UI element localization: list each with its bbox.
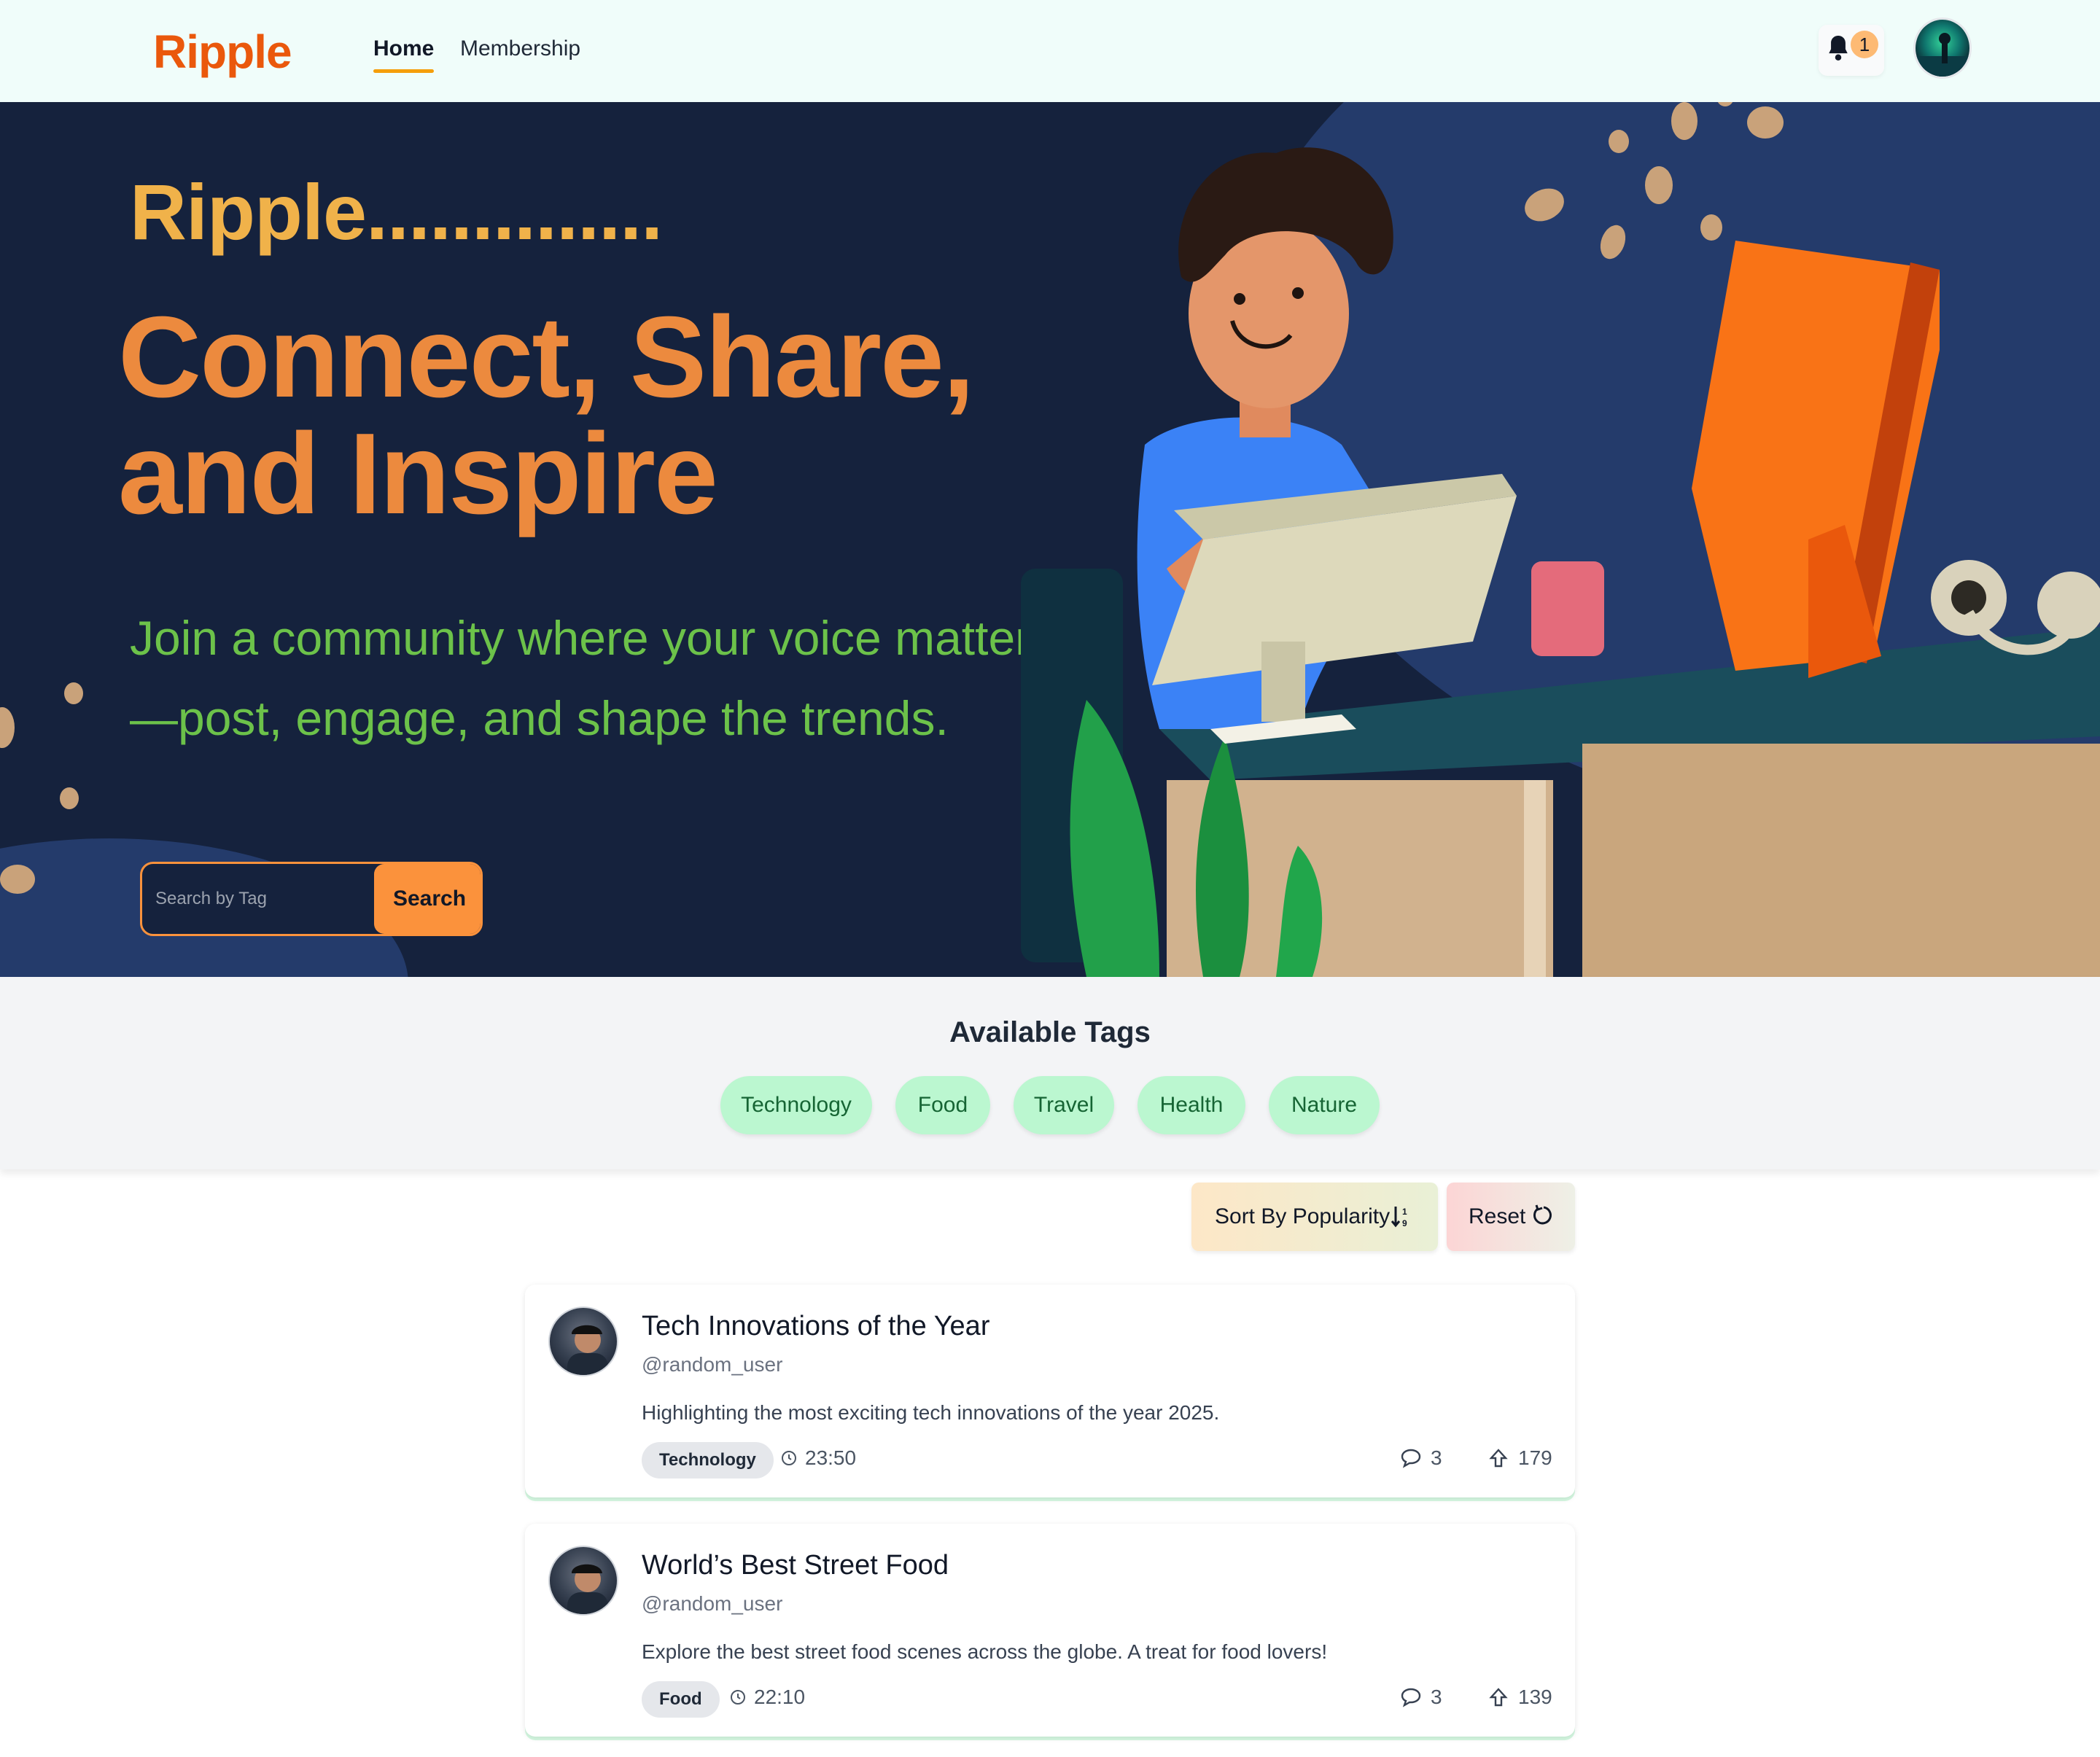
avatar-image [567,1564,608,1614]
avatar-image [567,1325,608,1375]
sort-icon: 1 9 [1391,1207,1407,1228]
comment-count: 3 [1431,1686,1442,1708]
post-body: Explore the best street food scenes acro… [642,1640,1328,1663]
decor-dot [0,865,35,894]
hero-title: Connect, Share, and Inspire [118,293,975,538]
post-time-text: 23:50 [805,1446,857,1469]
nav-link-membership[interactable]: Membership [460,36,580,61]
logo[interactable]: Ripple [153,25,292,79]
post-body: Highlighting the most exciting tech inno… [642,1401,1220,1424]
hero-section: Ripple.............. Connect, Share, and… [0,102,2100,977]
post-time: 22:10 [731,1686,806,1709]
decor-dot [0,707,15,748]
tag-food[interactable]: Food [895,1076,990,1134]
user-avatar[interactable] [1913,17,1972,79]
nav-link-home[interactable]: Home [373,36,435,73]
sort-button-label: Sort By Popularity [1215,1204,1391,1228]
hero-subtitle: Join a community where your voice matter… [130,611,1056,745]
hero-brand: Ripple.............. [130,168,663,256]
reset-icon [1533,1204,1552,1225]
post-author: @random_user [642,1353,783,1376]
decor-dot [60,787,79,809]
post-time-text: 22:10 [754,1686,806,1708]
comment-icon [1401,1449,1421,1468]
comment-count: 3 [1431,1446,1442,1469]
post-title[interactable]: Tech Innovations of the Year [642,1311,989,1342]
vote-count: 139 [1518,1686,1552,1708]
hero-illustration [1021,147,2100,977]
svg-text:9: 9 [1402,1218,1407,1228]
comments-button[interactable]: 3 [1401,1686,1442,1709]
notification-button[interactable]: 1 [1819,25,1884,76]
clock-icon [782,1451,796,1465]
tag-health[interactable]: Health [1138,1076,1245,1134]
sort-by-popularity-button[interactable]: Sort By Popularity 1 9 [1191,1183,1438,1251]
upvote-icon [1489,1449,1508,1468]
author-avatar[interactable] [548,1546,618,1616]
tag-technology[interactable]: Technology [720,1076,872,1134]
post-card[interactable]: Tech Innovations of the Year @random_use… [525,1285,1575,1497]
notification-badge: 1 [1851,31,1878,58]
post-author: @random_user [642,1592,783,1615]
upvote-button[interactable]: 179 [1489,1446,1552,1470]
search-input[interactable] [142,864,376,934]
bell-icon [1829,36,1848,61]
tag-nature[interactable]: Nature [1269,1076,1380,1134]
svg-text:1: 1 [1402,1207,1407,1217]
post-time: 23:50 [782,1446,857,1470]
post-tag[interactable]: Technology [642,1442,774,1479]
post-card[interactable]: World’s Best Street Food @random_user Ex… [525,1524,1575,1737]
tag-travel[interactable]: Travel [1014,1076,1114,1134]
comment-icon [1401,1688,1421,1707]
author-avatar[interactable] [548,1306,618,1376]
vote-count: 179 [1518,1446,1552,1469]
comments-button[interactable]: 3 [1401,1446,1442,1470]
search-button[interactable]: Search [374,864,481,934]
upvote-button[interactable]: 139 [1489,1686,1552,1709]
decor-dot [64,682,83,704]
clock-icon [731,1690,745,1705]
upvote-icon [1489,1688,1508,1707]
available-tags-section: Available Tags Technology Food Travel He… [0,977,2100,1169]
navbar: Ripple Home Membership 1 [0,0,2100,102]
post-title[interactable]: World’s Best Street Food [642,1550,949,1581]
reset-button[interactable]: Reset [1447,1183,1575,1251]
avatar-image [1916,33,1969,77]
tags-title: Available Tags [949,1016,1151,1048]
reset-button-label: Reset [1469,1204,1526,1228]
post-tag[interactable]: Food [642,1681,720,1718]
tag-search-form: Search [140,862,483,936]
